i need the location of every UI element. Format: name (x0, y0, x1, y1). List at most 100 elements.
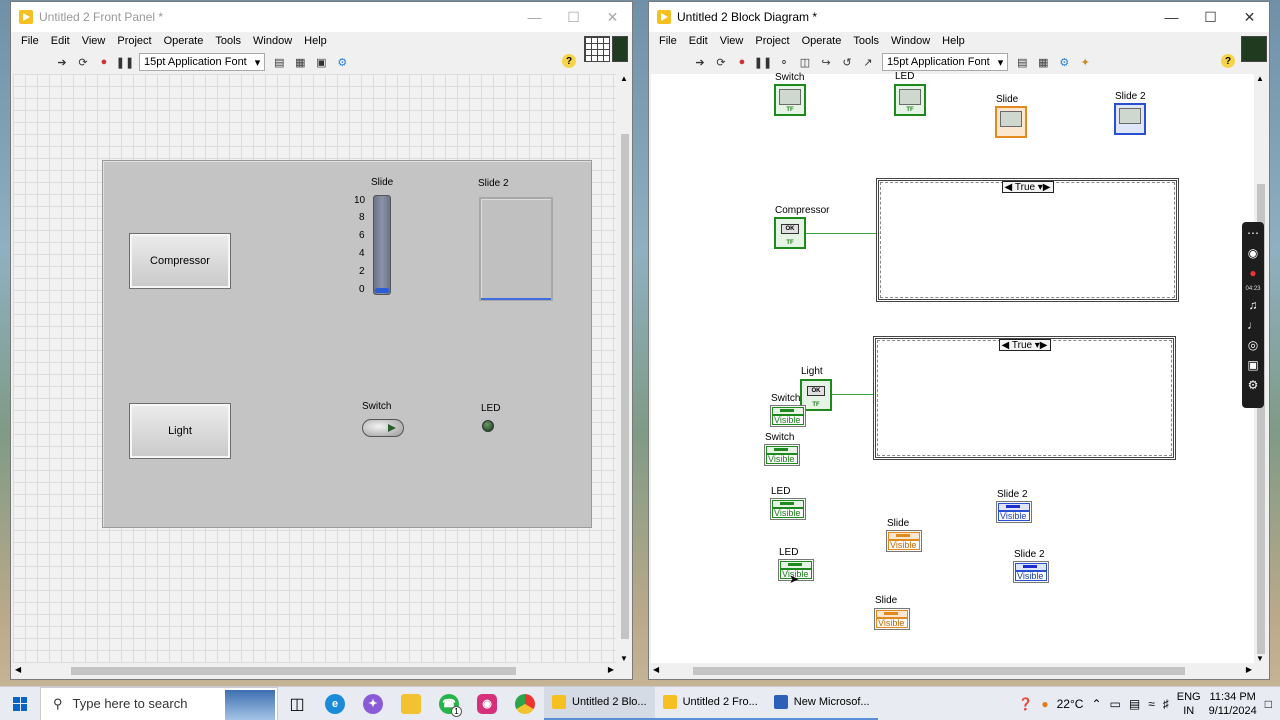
record-icon[interactable]: ● (1249, 266, 1256, 280)
light-wire[interactable] (832, 394, 874, 395)
run-icon[interactable]: ➔ (693, 55, 707, 69)
menu-window[interactable]: Window (885, 35, 936, 47)
window-icon[interactable]: ▣ (1247, 358, 1258, 372)
maximize-icon[interactable]: ☐ (554, 2, 593, 32)
instagram-icon[interactable]: ◉ (468, 687, 506, 720)
case-selector-2[interactable]: ◀ True ▾▶ (998, 339, 1051, 351)
switch-terminal[interactable]: TF (774, 84, 806, 116)
taskbar-search[interactable]: ⚲ Type here to search (40, 686, 278, 720)
scroll-left-icon[interactable]: ◀ (15, 665, 21, 674)
menu-file[interactable]: File (653, 35, 683, 47)
block-diagram-window[interactable]: Untitled 2 Block Diagram * — ☐ ✕ File Ed… (648, 1, 1270, 680)
distribute-objects-icon[interactable]: ▦ (293, 55, 307, 69)
case-selector-1[interactable]: ◀ True ▾▶ (1001, 181, 1054, 193)
whatsapp-icon[interactable]: ☎ 1 (430, 687, 468, 720)
close-icon[interactable]: ✕ (593, 2, 632, 32)
camera-icon[interactable]: ◉ (1248, 246, 1258, 260)
weather-temperature[interactable]: 22°C (1057, 697, 1084, 711)
front-panel-vertical-scrollbar[interactable]: ▲ ▼ (618, 74, 632, 663)
minimize-icon[interactable]: — (515, 2, 554, 32)
volume-icon[interactable]: ♯ (1163, 697, 1169, 711)
switch-visible-property-node[interactable]: Visible (770, 405, 806, 427)
close-icon[interactable]: ✕ (1230, 2, 1269, 32)
abort-icon[interactable]: ● (735, 55, 749, 69)
microphone-icon[interactable]: ♫ (1249, 298, 1258, 312)
settings-gear-icon[interactable]: ⚙ (1248, 378, 1259, 392)
run-continuously-icon[interactable]: ⟳ (76, 55, 90, 69)
menu-edit[interactable]: Edit (45, 35, 76, 47)
decrement-icon[interactable]: ◀ (1005, 182, 1013, 193)
align-objects-icon[interactable]: ▤ (272, 55, 286, 69)
minimize-icon[interactable]: — (1152, 2, 1191, 32)
language-indicator[interactable]: ENG IN (1177, 690, 1201, 718)
menu-file[interactable]: File (15, 35, 45, 47)
copilot-icon[interactable]: ✦ (354, 687, 392, 720)
menu-tools[interactable]: Tools (847, 35, 885, 47)
step-out-icon[interactable]: ↗ (861, 55, 875, 69)
edge-icon[interactable]: e (316, 687, 354, 720)
maximize-icon[interactable]: ☐ (1191, 2, 1230, 32)
scroll-left-icon[interactable]: ◀ (653, 665, 659, 674)
slide-visible-property-node[interactable]: Visible (874, 608, 910, 630)
cleanup-diagram-icon[interactable]: ✦ (1078, 55, 1092, 69)
chrome-icon[interactable] (506, 687, 544, 720)
menu-operate[interactable]: Operate (796, 35, 848, 47)
highlight-execution-icon[interactable]: ⚬ (777, 55, 791, 69)
more-icon[interactable]: ⋯ (1247, 226, 1259, 240)
front-panel-window[interactable]: Untitled 2 Front Panel * — ☐ ✕ File Edit… (10, 1, 633, 680)
compressor-terminal[interactable]: OK TF (774, 217, 806, 249)
chevron-down-icon[interactable]: ▾▶ (1038, 182, 1051, 193)
menu-help[interactable]: Help (936, 35, 971, 47)
switch-visible-property-node[interactable]: Visible (764, 444, 800, 466)
network-icon[interactable]: ▤ (1129, 697, 1140, 711)
light-button[interactable]: Light (129, 403, 231, 459)
scroll-thumb[interactable] (693, 667, 1185, 675)
menu-view[interactable]: View (76, 35, 112, 47)
taskbar-app-word[interactable]: New Microsof... (765, 687, 878, 720)
scroll-down-icon[interactable]: ▼ (620, 654, 628, 663)
menu-view[interactable]: View (714, 35, 750, 47)
taskbar-app-block-diagram[interactable]: Untitled 2 Blo... (544, 686, 655, 720)
slide-control[interactable] (373, 195, 391, 295)
retain-wire-values-icon[interactable]: ◫ (798, 55, 812, 69)
scroll-thumb[interactable] (71, 667, 516, 675)
pause-icon[interactable]: ❚❚ (116, 55, 134, 69)
resize-objects-icon[interactable]: ▣ (314, 55, 328, 69)
front-panel-titlebar[interactable]: Untitled 2 Front Panel * — ☐ ✕ (11, 2, 632, 32)
menu-edit[interactable]: Edit (683, 35, 714, 47)
switch-control[interactable] (362, 419, 404, 437)
reorder-icon[interactable]: ⚙ (335, 55, 349, 69)
scroll-down-icon[interactable]: ▼ (1256, 654, 1264, 663)
weather-icon[interactable]: ● (1041, 697, 1048, 711)
menu-project[interactable]: Project (749, 35, 795, 47)
scroll-up-icon[interactable]: ▲ (1256, 74, 1264, 83)
align-objects-icon[interactable]: ▤ (1015, 55, 1029, 69)
menu-tools[interactable]: Tools (209, 35, 247, 47)
slide-visible-property-node[interactable]: Visible (886, 530, 922, 552)
led-visible-property-node[interactable]: Visible (770, 498, 806, 520)
help-icon[interactable]: ? (1221, 54, 1235, 68)
menu-window[interactable]: Window (247, 35, 298, 47)
decrement-icon[interactable]: ◀ (1002, 340, 1010, 351)
slide2-visible-property-node[interactable]: Visible (1013, 561, 1049, 583)
front-panel-horizontal-scrollbar[interactable]: ◀ ▶ (13, 664, 616, 678)
scroll-right-icon[interactable]: ▶ (608, 665, 614, 674)
run-icon[interactable]: ➔ (55, 55, 69, 69)
abort-icon[interactable]: ● (97, 55, 111, 69)
speaker-icon[interactable]: ♩ (1247, 318, 1259, 332)
menu-help[interactable]: Help (298, 35, 333, 47)
reorder-icon[interactable]: ⚙ (1057, 55, 1071, 69)
slide2-visible-property-node[interactable]: Visible (996, 501, 1032, 523)
vi-connector-icon[interactable] (584, 36, 628, 64)
scroll-right-icon[interactable]: ▶ (1246, 665, 1252, 674)
pause-icon[interactable]: ❚❚ (754, 55, 772, 69)
help-icon[interactable]: ? (562, 54, 576, 68)
scroll-thumb[interactable] (621, 134, 629, 639)
slide-terminal[interactable] (995, 106, 1027, 138)
case-structure-2[interactable]: ◀ True ▾▶ (873, 336, 1176, 460)
notifications-icon[interactable]: □ (1265, 697, 1272, 711)
menu-project[interactable]: Project (111, 35, 157, 47)
font-select[interactable]: 15pt Application Font ▾ (139, 53, 266, 71)
block-diagram-horizontal-scrollbar[interactable]: ◀ ▶ (651, 664, 1254, 678)
compressor-button[interactable]: Compressor (129, 233, 231, 289)
